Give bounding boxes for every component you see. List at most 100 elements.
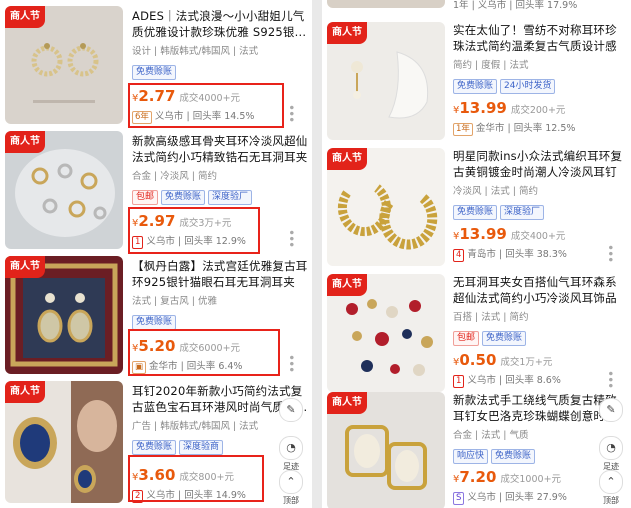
price: 7.20 (459, 468, 497, 486)
festival-badge: 商人节 (5, 131, 45, 153)
top-label: 顶部 (603, 496, 619, 505)
product-title[interactable]: ADES｜法式浪漫～小小甜姐儿气质优雅设计款珍珠优雅 S925银... (132, 8, 308, 40)
product-image[interactable]: 商人节 (327, 274, 445, 392)
service-chip: 免费赊账 (161, 190, 206, 205)
service-chip: 免费赊账 (132, 315, 177, 330)
price-highlight-box (128, 329, 280, 376)
service-chip: 深度验厂 (500, 205, 545, 220)
repurchase-rate: 回头率 8.6% (505, 375, 561, 386)
service-chips: 包邮 免费赊账 (453, 325, 627, 346)
footprint-button[interactable]: ◔ 足迹 (598, 436, 624, 472)
market-name: 义乌市 (467, 375, 496, 386)
product-tags: 合金 | 冷淡风 | 简约 (132, 171, 217, 181)
more-dots-icon[interactable]: ••• (603, 244, 617, 262)
product-tags: 法式 | 复古风 | 优雅 (132, 296, 217, 306)
market-name: 义乌市 (467, 492, 496, 503)
product-image[interactable]: 商人节 (5, 131, 123, 249)
supplier-meta: 4 青岛市 | 回头率 38.3% (453, 246, 627, 262)
service-chips: 免费赊账 24小时发货 (453, 73, 627, 94)
product-title[interactable]: 【枫丹白露】法式宫廷优雅复古耳环925银针猫眼石耳无耳洞耳夹 (132, 258, 308, 290)
price: 0.50 (459, 351, 497, 369)
previous-card-meta: 1年 | 义乌市 | 回头率 17.9% (453, 0, 578, 11)
product-card[interactable]: 商人节 明星同款ins小众法式编织耳环复古黄铜镀金时尚潮人冷淡风耳钉 冷淡风 |… (322, 148, 631, 270)
free-shipping-chip: 包邮 (453, 331, 480, 346)
report-button[interactable]: ✎ (278, 398, 304, 423)
rank-badge: 4 (453, 249, 465, 262)
right-product-list: 1年 | 义乌市 | 回头率 17.9% 商人节 实在太仙了！雪纺不对称耳环珍珠… (322, 0, 631, 508)
product-image[interactable]: 商人节 (327, 148, 445, 266)
back-to-top-icon: ⌃ (599, 470, 623, 494)
years-badge: 1年 (453, 123, 473, 136)
price: 13.99 (459, 225, 507, 243)
back-to-top-icon: ⌃ (279, 470, 303, 494)
product-card[interactable]: 商人节 新款法式手工绕线气质复古精致耳钉女巴洛克珍珠蝴蝶创意时尚耳... 合金 … (322, 392, 631, 508)
product-card[interactable]: 商人节 实在太仙了！雪纺不对称耳环珍珠法式简约温柔复古气质设计感度假 简约 | … (322, 22, 631, 144)
service-chips: 包邮 免费赊账 深度验厂 (132, 184, 308, 205)
repurchase-rate: 回头率 12.5% (513, 123, 576, 134)
product-image[interactable]: 商人节 (5, 6, 123, 124)
service-chips: 免费赊账 深度验厂 (453, 199, 627, 220)
product-title[interactable]: 新款高级感耳骨夹耳环冷淡风超仙法式简约小巧精致锆石无耳洞耳夹 (132, 133, 308, 165)
footprint-button[interactable]: ◔ 足迹 (278, 436, 304, 472)
product-info: 无耳洞耳夹女百搭仙气耳环森系超仙法式简约小巧冷淡风耳饰品 百搭 | 法式 | 简… (453, 274, 627, 388)
more-dots-icon[interactable]: ••• (603, 370, 617, 388)
sales-volume: 成交1000+元 (500, 474, 562, 485)
product-image[interactable]: 商人节 (327, 392, 445, 508)
product-title[interactable]: 实在太仙了！雪纺不对称耳环珍珠法式简约温柔复古气质设计感度假 (453, 22, 627, 54)
repurchase-rate: 回头率 27.9% (505, 492, 567, 503)
repurchase-rate: 回头率 38.3% (505, 249, 567, 260)
price-row: ¥13.99 成交400+元 (453, 224, 627, 243)
festival-badge: 商人节 (327, 22, 367, 44)
back-to-top-button[interactable]: ⌃ 顶部 (598, 470, 624, 506)
previous-product-image (327, 0, 445, 8)
price-highlight-box (128, 207, 260, 254)
price-row: ¥0.50 成交1万+元 (453, 350, 627, 369)
service-chip: 免费赊账 (453, 205, 498, 220)
service-chip: 免费赊账 (453, 79, 498, 94)
product-info: 实在太仙了！雪纺不对称耳环珍珠法式简约温柔复古气质设计感度假 简约 | 度假 |… (453, 22, 627, 136)
product-tags: 设计 | 韩版韩式/韩国风 | 法式 (132, 46, 259, 56)
product-tags: 简约 | 度假 | 法式 (453, 60, 529, 70)
service-chips: 免费赊账 (132, 309, 308, 330)
product-tags: 冷淡风 | 法式 | 简约 (453, 186, 538, 196)
supplier-meta: 1 义乌市 | 回头率 8.6% (453, 372, 627, 388)
product-title[interactable]: 无耳洞耳夹女百搭仙气耳环森系超仙法式简约小巧冷淡风耳饰品 (453, 274, 627, 306)
left-product-list: 商人节 ADES｜法式浪漫～小小甜姐儿气质优雅设计款珍珠优雅 S925银... … (0, 0, 312, 508)
more-dots-icon[interactable]: ••• (284, 229, 298, 247)
product-image[interactable]: 商人节 (327, 22, 445, 140)
festival-badge: 商人节 (5, 381, 45, 403)
festival-badge: 商人节 (5, 6, 45, 28)
market-name: 青岛市 (467, 249, 496, 260)
product-tags: 百搭 | 法式 | 简约 (453, 312, 529, 322)
product-card[interactable]: 商人节 无耳洞耳夹女百搭仙气耳环森系超仙法式简约小巧冷淡风耳饰品 百搭 | 法式… (322, 274, 631, 396)
festival-badge: 商人节 (327, 148, 367, 170)
product-image[interactable]: 商人节 (5, 381, 123, 503)
festival-badge: 商人节 (327, 392, 367, 414)
market-name: 金华市 (475, 123, 505, 134)
service-chip: 免费赊账 (132, 440, 177, 455)
footprint-icon: ◔ (279, 436, 303, 460)
product-title[interactable]: 明星同款ins小众法式编织耳环复古黄铜镀金时尚潮人冷淡风耳钉 (453, 148, 627, 180)
service-chip: 深度验厂 (208, 190, 253, 205)
back-to-top-button[interactable]: ⌃ 顶部 (278, 470, 304, 506)
sales-volume: 成交400+元 (510, 231, 566, 242)
footprint-icon: ◔ (599, 436, 623, 460)
service-chip: 免费赊账 (482, 331, 527, 346)
rank-badge: S (453, 492, 465, 505)
report-icon: ✎ (599, 398, 623, 422)
report-icon: ✎ (279, 398, 303, 422)
service-chip: 深度验商 (179, 440, 224, 455)
price-highlight-box (128, 455, 264, 502)
service-chip: 免费赊账 (132, 65, 177, 80)
rank-badge: 1 (453, 375, 465, 388)
service-chip: 免费赊账 (491, 449, 536, 464)
price: 13.99 (459, 99, 507, 117)
festival-badge: 商人节 (5, 256, 45, 278)
more-dots-icon[interactable]: ••• (284, 354, 298, 372)
product-image[interactable]: 商人节 (5, 256, 123, 374)
more-dots-icon[interactable]: ••• (284, 104, 298, 122)
festival-badge: 商人节 (327, 274, 367, 296)
sales-volume: 成交1万+元 (500, 357, 553, 368)
top-label: 顶部 (283, 496, 299, 505)
report-button[interactable]: ✎ (598, 398, 624, 423)
